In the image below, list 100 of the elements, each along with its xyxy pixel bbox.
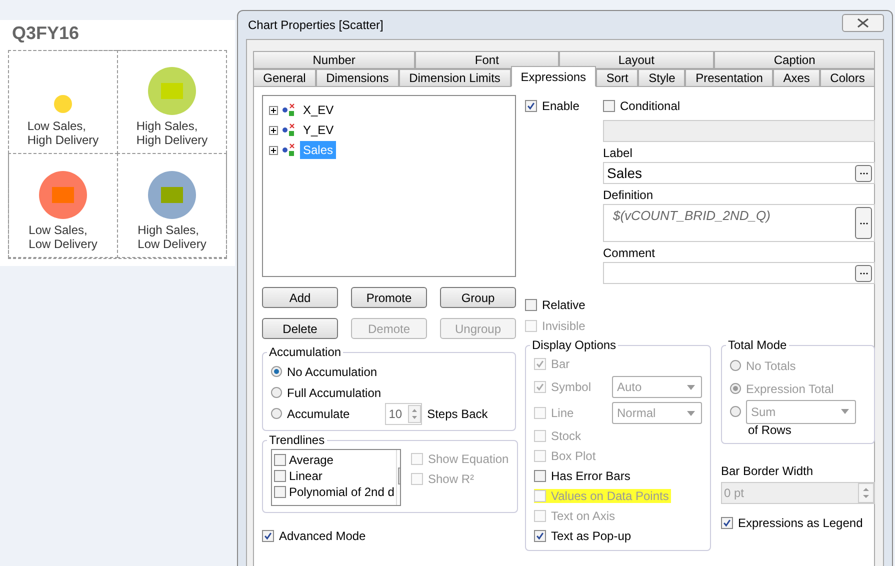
checkbox[interactable] xyxy=(534,470,546,482)
tab[interactable]: Presentation xyxy=(685,69,774,87)
field-label: Definition xyxy=(603,188,654,204)
tab[interactable]: Colors xyxy=(820,69,875,87)
checkbox-label: Invisible xyxy=(542,318,586,332)
rows-label: of Rows xyxy=(747,423,792,439)
checkbox[interactable] xyxy=(274,486,286,498)
checkbox[interactable] xyxy=(525,100,537,112)
radio-button[interactable] xyxy=(730,360,741,371)
checkbox[interactable] xyxy=(274,470,286,482)
checkbox[interactable] xyxy=(721,516,733,528)
radio-button[interactable] xyxy=(271,408,282,419)
group-title: Accumulation xyxy=(268,345,342,359)
comment-field[interactable] xyxy=(603,262,875,284)
checkbox-label: Box Plot xyxy=(551,449,596,463)
trendline-label: Average xyxy=(289,453,334,467)
ellipsis-icon xyxy=(860,172,868,174)
steps-field[interactable]: 10 xyxy=(384,402,422,424)
trendline-label: Linear xyxy=(289,469,322,483)
checkbox-label: Text as Pop-up xyxy=(551,529,632,543)
field-label: Comment xyxy=(603,246,656,262)
ellipsis-button[interactable] xyxy=(855,164,872,182)
group-title: Total Mode xyxy=(727,338,788,352)
checkbox-label: Line xyxy=(551,406,574,420)
checkbox-label: Values on Data Points xyxy=(551,489,669,503)
expression-icon xyxy=(282,123,296,137)
window-title: Chart Properties [Scatter] xyxy=(247,18,384,32)
action-button[interactable]: Add xyxy=(262,287,338,308)
radio-label: No Totals xyxy=(746,358,796,372)
expand-icon[interactable] xyxy=(269,146,278,154)
tab[interactable]: Layout xyxy=(558,51,714,69)
condition-field[interactable] xyxy=(603,120,875,142)
spinner-arrows-icon[interactable] xyxy=(858,483,874,503)
close-icon xyxy=(857,18,869,28)
checkbox-label: Relative xyxy=(542,298,586,312)
expression-icon xyxy=(282,143,296,157)
spinner-arrows-icon[interactable] xyxy=(408,404,422,422)
checkbox[interactable] xyxy=(262,530,274,542)
checkbox-label: Enable xyxy=(542,98,580,112)
checkbox-label: Show Equation xyxy=(428,452,509,466)
expand-icon[interactable] xyxy=(269,126,278,134)
action-button[interactable]: Promote xyxy=(351,287,427,308)
field-label: Bar Border Width xyxy=(721,464,814,478)
checkbox[interactable] xyxy=(603,100,615,112)
tab[interactable]: Style xyxy=(638,69,686,87)
tab[interactable]: Axes xyxy=(773,69,820,87)
group-title: Display Options xyxy=(531,338,618,352)
tab[interactable]: Font xyxy=(415,51,559,69)
ellipsis-button[interactable] xyxy=(855,207,872,239)
radio-label: No Accumulation xyxy=(287,364,378,378)
checkbox-label: Conditional xyxy=(620,98,680,112)
checkbox-label: Bar xyxy=(551,357,570,371)
tab[interactable]: General xyxy=(253,69,316,87)
action-button[interactable]: Group xyxy=(440,287,516,308)
checkbox-label: Symbol xyxy=(551,380,592,394)
tab[interactable]: Dimension Limits xyxy=(398,69,511,87)
radio-label: Full Accumulation xyxy=(287,386,382,400)
trendline-label: Polynomial of 2nd d xyxy=(289,485,394,499)
caret-icon xyxy=(687,410,695,416)
sheet-title: Q3FY16 xyxy=(11,22,80,45)
ellipsis-button[interactable] xyxy=(855,264,872,282)
checkbox[interactable] xyxy=(274,454,286,466)
tab[interactable]: Number xyxy=(253,51,416,69)
radio-button[interactable] xyxy=(730,406,741,417)
checkbox[interactable] xyxy=(534,530,546,542)
expression-item[interactable]: X_EV xyxy=(300,101,337,119)
quadrant-label: High Sales, Low Delivery xyxy=(138,223,206,251)
expand-icon[interactable] xyxy=(269,106,278,114)
field-label: Label xyxy=(603,146,634,162)
tab[interactable]: Caption xyxy=(714,51,875,69)
tab[interactable]: Expressions xyxy=(510,66,596,87)
tab[interactable]: Dimensions xyxy=(316,69,399,87)
checkbox-label: Expressions as Legend xyxy=(738,516,863,530)
quadrant-label: Low Sales, Low Delivery xyxy=(28,223,98,251)
radio-label: Accumulate xyxy=(287,406,350,420)
radio-label: Expression Total xyxy=(746,382,834,396)
ellipsis-icon xyxy=(860,222,868,224)
checkbox[interactable] xyxy=(525,298,537,310)
ellipsis-icon xyxy=(860,272,868,274)
checkbox-label: Show R² xyxy=(428,472,474,486)
action-button[interactable]: Delete xyxy=(262,318,338,339)
tab[interactable]: Sort xyxy=(596,69,638,87)
radio-button[interactable] xyxy=(271,366,282,377)
radio-button[interactable] xyxy=(730,383,741,394)
checkbox-label: Text on Axis xyxy=(551,509,616,523)
caret-icon xyxy=(841,409,849,414)
checkbox-label: Advanced Mode xyxy=(279,528,366,542)
close-button[interactable] xyxy=(842,14,884,32)
group-title: Trendlines xyxy=(268,433,326,447)
definition-field[interactable]: $(vCOUNT_BRID_2ND_Q) xyxy=(603,204,875,242)
label-field[interactable]: Sales xyxy=(603,162,875,184)
steps-label: Steps Back xyxy=(427,406,488,420)
quadrant-label: Low Sales, High Delivery xyxy=(27,119,99,147)
checkbox-label: Stock xyxy=(551,429,582,443)
caret-icon xyxy=(687,384,695,390)
radio-button[interactable] xyxy=(271,387,282,398)
quadrant-label: High Sales, High Delivery xyxy=(136,119,208,147)
checkbox-label: Has Error Bars xyxy=(551,469,630,483)
expression-icon xyxy=(282,103,296,117)
expression-item[interactable]: Y_EV xyxy=(300,121,337,139)
